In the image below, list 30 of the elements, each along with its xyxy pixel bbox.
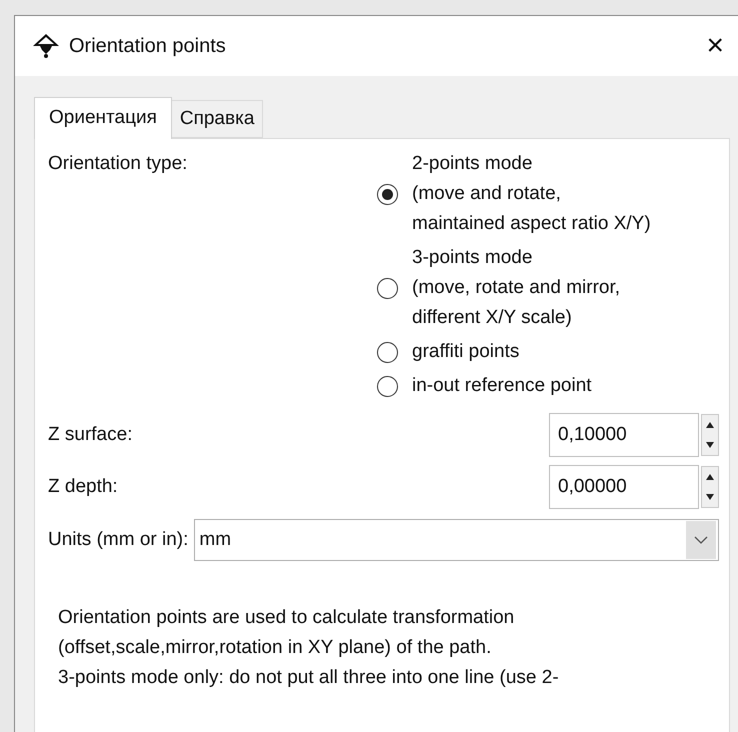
radio-label: 2-points mode (move and rotate, maintained aspect ratio X/Y) xyxy=(412,152,651,236)
description-text: Orientation points are used to calculate transformation xyxy=(58,606,516,630)
radio-label: graffiti points xyxy=(412,340,520,364)
tab[interactable]: Ориентация xyxy=(34,97,172,139)
radio-button[interactable] xyxy=(377,184,398,204)
field-label: Orientation type: xyxy=(48,152,188,176)
field-label: Z surface: xyxy=(48,422,132,447)
units-dropdown[interactable]: mm xyxy=(194,519,719,561)
radio-button[interactable] xyxy=(377,278,398,298)
chevron-down-icon xyxy=(694,536,708,544)
down-arrow-icon xyxy=(706,442,714,448)
close-button[interactable]: × xyxy=(706,31,724,61)
radio-button[interactable] xyxy=(377,342,398,362)
app-logo-icon xyxy=(33,34,59,58)
radio-label: in-out reference point xyxy=(412,374,592,398)
spin-buttons[interactable] xyxy=(701,466,719,508)
radio-label: 3-points mode (move, rotate and mirror, different X/Y scale) xyxy=(412,246,620,330)
spin-buttons[interactable] xyxy=(701,414,719,456)
description-text: (offset,scale,mirror,rotation in XY plane) of the path. xyxy=(58,636,492,660)
number-field[interactable]: 0,10000 xyxy=(549,413,699,457)
tab[interactable]: Справка xyxy=(172,100,264,138)
up-arrow-icon xyxy=(706,474,714,480)
field-label: Z depth: xyxy=(48,474,118,499)
number-field[interactable]: 0,00000 xyxy=(549,465,699,509)
down-arrow-icon xyxy=(706,494,714,500)
up-arrow-icon xyxy=(706,422,714,428)
radio-button[interactable] xyxy=(377,376,398,396)
window-title: Orientation points xyxy=(69,34,226,59)
description-text: 3-points mode only: do not put all three into one line (use 2- xyxy=(58,666,560,690)
field-label: Units (mm or in): xyxy=(48,528,188,552)
